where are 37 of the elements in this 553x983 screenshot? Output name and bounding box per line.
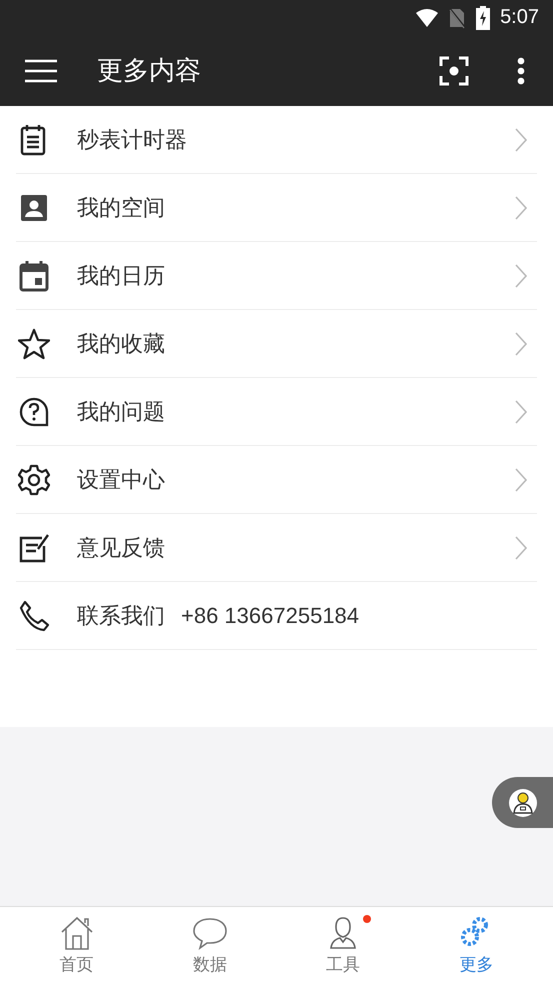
more-icon[interactable] [517,56,525,84]
battery-charging-icon [476,6,490,30]
scan-icon[interactable] [439,56,469,86]
home-icon [58,914,95,950]
contact-label: 联系我们 [77,602,165,630]
menu-item[interactable]: 设置中心 [77,464,165,494]
status-time: 5:07 [500,6,539,29]
menu-item[interactable]: 意见反馈 [77,532,165,562]
chevron-right-icon [515,332,527,356]
menu-item[interactable]: 秒表计时器 [77,124,187,154]
menu-item[interactable]: 我的问题 [77,396,165,426]
nav-tab[interactable]: 更多 [410,907,543,983]
chevron-right-icon [515,536,527,560]
calendar-icon [18,260,50,292]
phone-number[interactable]: +86 13667255184 [181,602,360,628]
menu-item[interactable]: 我的空间 [77,192,165,222]
nav-tab[interactable]: 首页 [10,907,144,983]
page-title: 更多内容 [97,55,202,88]
nav-tab[interactable]: 数据 [143,907,276,983]
question-bubble-icon [18,396,50,428]
menu-item[interactable]: 我的收藏 [77,328,165,358]
phone-icon [18,600,50,632]
star-icon [18,328,50,360]
nav-tab[interactable]: 工具 [276,907,410,983]
settings-icon [18,464,50,496]
edit-note-icon [18,532,50,564]
menu-item[interactable]: 我的日历 [77,260,165,290]
menu-icon[interactable] [25,58,57,82]
chevron-right-icon [515,128,527,152]
chevron-right-icon [515,196,527,220]
wifi-icon [416,8,438,26]
support-button[interactable] [492,777,553,828]
no-sim-icon [448,6,466,28]
chevron-right-icon [515,468,527,492]
chevron-right-icon [515,400,527,424]
support-agent-icon [508,788,538,818]
chevron-right-icon [515,264,527,288]
